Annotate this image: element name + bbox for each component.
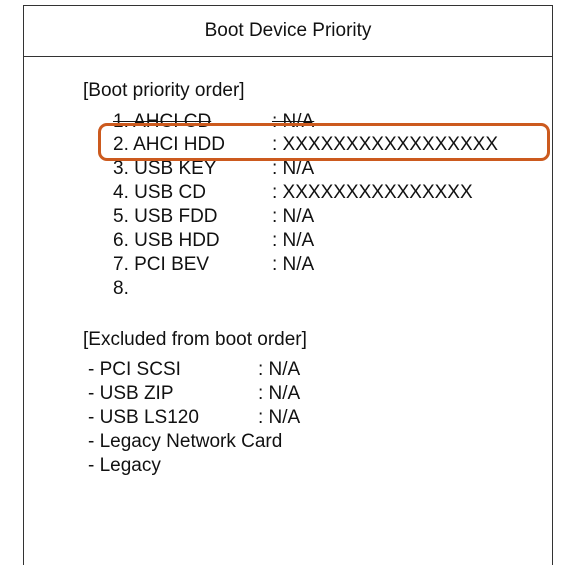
selected-item-highlight (98, 123, 550, 161)
boot-item-name: 5. USB FDD (113, 206, 218, 227)
excluded-item-value: : N/A (258, 407, 301, 428)
boot-item-value: : N/A (272, 254, 315, 275)
boot-item-name: 8. (113, 278, 129, 299)
excluded-item-name: - PCI SCSI (88, 359, 181, 380)
excluded-item-name: - USB ZIP (88, 383, 174, 404)
boot-item-name: 6. USB HDD (113, 230, 220, 251)
excluded-heading: [Excluded from boot order] (83, 329, 307, 350)
boot-item-value: : N/A (272, 230, 315, 251)
boot-priority-heading: [Boot priority order] (83, 80, 245, 101)
excluded-item-name: - Legacy Network Card (88, 431, 283, 452)
bios-panel: Boot Device Priority [Boot priority orde… (23, 5, 553, 565)
excluded-item-value: : N/A (258, 359, 301, 380)
excluded-item-value: : N/A (258, 383, 301, 404)
excluded-item-name: - Legacy (88, 455, 161, 476)
boot-item-value: : N/A (272, 206, 315, 227)
panel-content: [Boot priority order] 1. AHCI CD : N/A 2… (24, 6, 552, 565)
boot-item-name: 7. PCI BEV (113, 254, 210, 275)
excluded-item-name: - USB LS120 (88, 407, 199, 428)
boot-item-value: : XXXXXXXXXXXXXXX (272, 182, 473, 203)
boot-item-name: 4. USB CD (113, 182, 206, 203)
